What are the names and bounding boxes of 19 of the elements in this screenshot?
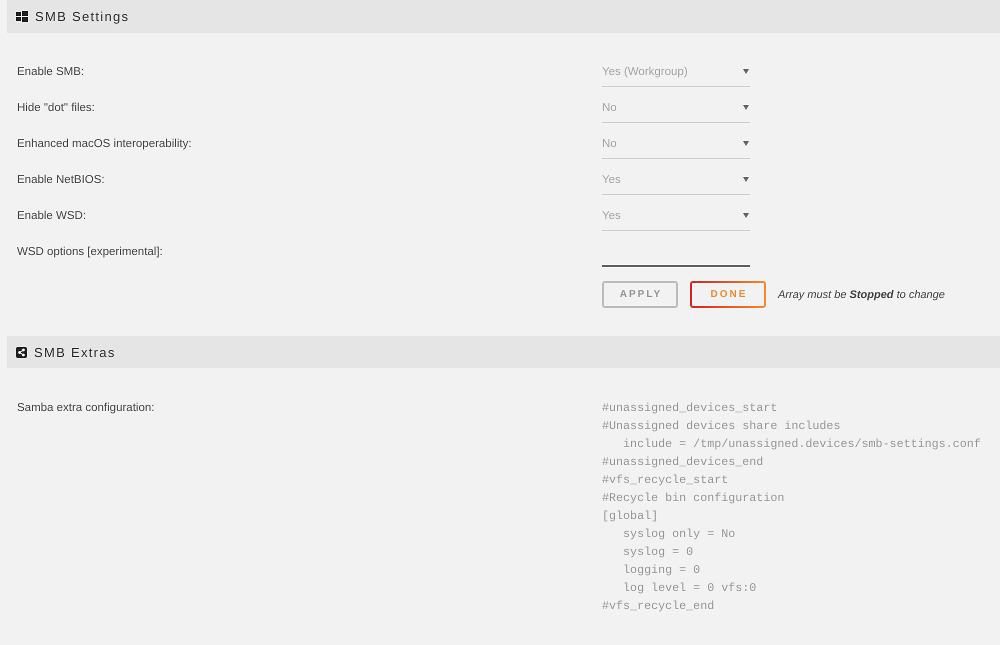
caret-icon xyxy=(743,213,749,218)
caret-icon xyxy=(743,69,749,74)
setting-label: Hide "dot" files: xyxy=(17,102,95,114)
setting-label: Enable SMB: xyxy=(17,66,84,78)
done-button[interactable]: DONE xyxy=(690,281,766,308)
setting-label: Enable NetBIOS: xyxy=(17,174,105,186)
share-icon xyxy=(16,346,27,358)
caret-icon xyxy=(743,105,749,110)
four-panes-icon xyxy=(16,11,28,22)
setting-label: Enhanced macOS interoperability: xyxy=(17,138,192,150)
caret-icon xyxy=(743,177,749,182)
setting-label: WSD options [experimental]: xyxy=(17,246,163,258)
section-title: SMB Settings xyxy=(35,9,130,24)
setting-label: Enable WSD: xyxy=(17,210,86,222)
status-note: Array must be Stopped to change xyxy=(778,288,945,300)
section-title: SMB Extras xyxy=(34,344,116,360)
caret-icon xyxy=(743,141,749,146)
config-textarea[interactable]: #unassigned_devices_start #Unassigned devices share includes include = /tmp/unassigned.devices/smb-settings.conf #unassigned_devices_end #vfs_recycle_start #Recycle bin configuration [global] syslog only = No syslog = 0 logging = 0 log level = 0 vfs:0 #vfs_recycle_end xyxy=(602,399,981,615)
setting-label: Samba extra configuration: xyxy=(17,401,154,416)
